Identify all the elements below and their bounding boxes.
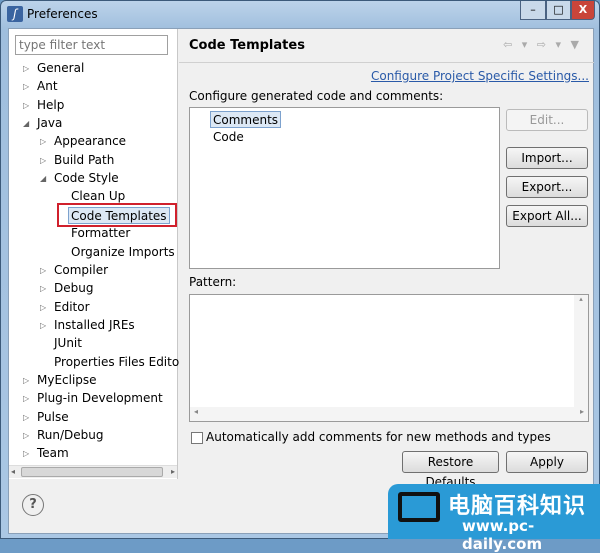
- export-all-button[interactable]: Export All...: [506, 205, 588, 227]
- tree-item-pulse[interactable]: Pulse: [37, 409, 69, 426]
- scroll-thumb[interactable]: [21, 467, 163, 477]
- highlight-box: [57, 203, 177, 227]
- history-nav-buttons[interactable]: ⇦ ▾ ⇨ ▾ ▼: [503, 38, 582, 51]
- window-title: Preferences: [27, 7, 98, 21]
- export-button[interactable]: Export...: [506, 176, 588, 198]
- templates-tree[interactable]: Comments Code: [189, 107, 500, 269]
- preferences-window: ʃ Preferences – □ X ▷ General ▷ Ant ▷ Help ◢ Ja…: [0, 0, 600, 539]
- expand-icon[interactable]: ▷: [23, 431, 33, 440]
- template-item-comments[interactable]: Comments: [210, 111, 282, 128]
- expand-icon[interactable]: ▷: [40, 321, 50, 330]
- expand-icon[interactable]: ▷: [40, 156, 50, 165]
- app-icon: ʃ: [7, 6, 23, 22]
- tree-item-compiler[interactable]: Compiler: [54, 262, 108, 279]
- tree-item-editor[interactable]: Editor: [54, 299, 90, 316]
- configure-label: Configure generated code and comments:: [189, 89, 444, 103]
- pattern-textarea[interactable]: ▴ ◂ ▸: [189, 294, 589, 422]
- expand-icon[interactable]: ▷: [40, 137, 50, 146]
- scroll-left-icon[interactable]: ◂: [11, 467, 15, 476]
- expand-icon[interactable]: ▷: [40, 284, 50, 293]
- monitor-icon: [398, 492, 440, 522]
- expand-icon[interactable]: ▷: [23, 101, 33, 110]
- edit-button[interactable]: Edit...: [506, 109, 588, 131]
- expand-icon[interactable]: ▷: [23, 64, 33, 73]
- expand-icon[interactable]: ▷: [23, 413, 33, 422]
- pattern-vertical-scrollbar[interactable]: ▴: [574, 295, 588, 407]
- tree-item-debug[interactable]: Debug: [54, 280, 93, 297]
- minimize-button[interactable]: –: [520, 1, 546, 20]
- tree-item-installed-jres[interactable]: Installed JREs: [54, 317, 135, 334]
- tree-item-plug-in-development[interactable]: Plug-in Development: [37, 390, 163, 407]
- tree-item-help[interactable]: Help: [37, 97, 64, 114]
- tree-item-run-debug[interactable]: Run/Debug: [37, 427, 104, 444]
- tree-item-organize-imports[interactable]: Organize Imports: [71, 244, 175, 261]
- watermark-title: 电脑百科知识: [448, 494, 587, 519]
- watermark-logo: 电脑百科知识 www.pc-daily.com: [388, 484, 600, 553]
- expand-icon[interactable]: ▷: [40, 266, 50, 275]
- code-templates-page: Code Templates ⇦ ▾ ⇨ ▾ ▼ Configure Proje…: [179, 29, 594, 489]
- expand-icon[interactable]: ▷: [23, 449, 33, 458]
- tree-item-general[interactable]: General: [37, 60, 84, 77]
- page-title: Code Templates: [189, 38, 305, 53]
- tree-item-build-path[interactable]: Build Path: [54, 152, 114, 169]
- apply-button[interactable]: Apply: [506, 451, 588, 473]
- tree-item-junit[interactable]: JUnit: [54, 335, 82, 352]
- preference-tree-panel: ▷ General ▷ Ant ▷ Help ◢ Java ▷ Appearance ▷ Build …: [9, 29, 179, 479]
- expand-icon[interactable]: ▷: [40, 303, 50, 312]
- import-button[interactable]: Import...: [506, 147, 588, 169]
- collapse-icon[interactable]: ◢: [23, 119, 33, 128]
- expand-icon[interactable]: ▷: [23, 82, 33, 91]
- tree-horizontal-scrollbar[interactable]: ◂ ▸: [9, 465, 177, 478]
- tree-item-appearance[interactable]: Appearance: [54, 133, 126, 150]
- collapse-icon[interactable]: ◢: [40, 174, 50, 183]
- expand-icon[interactable]: ▷: [23, 394, 33, 403]
- tree-item-myeclipse[interactable]: MyEclipse: [37, 372, 97, 389]
- tree-item-formatter[interactable]: Formatter: [71, 225, 130, 242]
- scroll-right-icon[interactable]: ▸: [171, 467, 175, 476]
- close-button[interactable]: X: [571, 1, 595, 20]
- help-icon[interactable]: ?: [22, 494, 44, 516]
- pattern-horizontal-scrollbar[interactable]: ◂ ▸: [190, 407, 588, 421]
- pattern-label: Pattern:: [189, 275, 237, 289]
- restore-defaults-button[interactable]: Restore Defaults: [402, 451, 499, 489]
- template-item-code[interactable]: Code: [213, 129, 244, 146]
- configure-project-settings-link[interactable]: Configure Project Specific Settings...: [371, 69, 589, 83]
- maximize-button[interactable]: □: [546, 1, 571, 20]
- tree-item-ant[interactable]: Ant: [37, 78, 58, 95]
- watermark-url: www.pc-daily.com: [462, 517, 543, 553]
- filter-input[interactable]: [15, 35, 168, 55]
- expand-icon[interactable]: ▷: [23, 376, 33, 385]
- tree-item-code-style[interactable]: Code Style: [54, 170, 119, 187]
- tree-item-team[interactable]: Team: [37, 445, 69, 462]
- page-header: Code Templates ⇦ ▾ ⇨ ▾ ▼: [179, 29, 594, 63]
- auto-comments-checkbox[interactable]: [191, 432, 203, 444]
- auto-comments-label[interactable]: Automatically add comments for new metho…: [206, 430, 551, 444]
- tree-item-properties-files-edito[interactable]: Properties Files Edito: [54, 354, 179, 371]
- tree-item-java[interactable]: Java: [37, 115, 62, 132]
- dialog-client: ▷ General ▷ Ant ▷ Help ◢ Java ▷ Appearance ▷ Build …: [8, 28, 594, 534]
